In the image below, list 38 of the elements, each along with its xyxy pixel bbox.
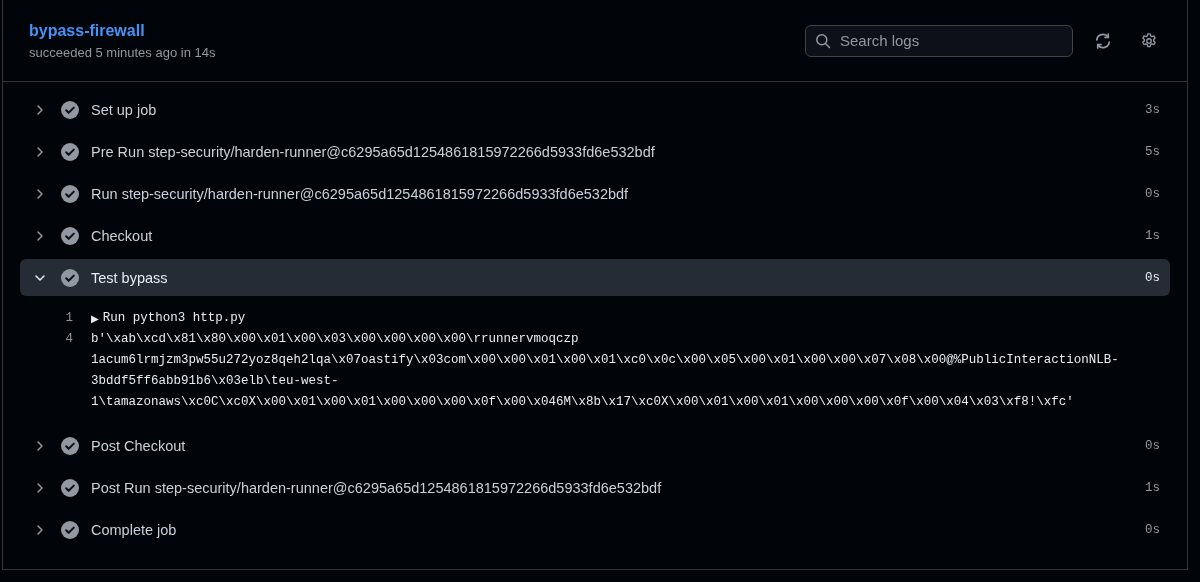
step-name: Post Checkout: [91, 437, 187, 454]
step-duration: 0s: [1145, 522, 1160, 537]
search-icon: [815, 32, 831, 49]
step-duration: 5s: [1145, 144, 1160, 159]
step-row[interactable]: Pre Run step-security/harden-runner@c6295a65d1254861815972266d5933fd6e532bdf 5s: [20, 133, 1170, 170]
step-row[interactable]: Post Checkout 0s: [20, 427, 1170, 464]
step-name: Run step-security/harden-runner@c6295a65d1254861815972266d5933fd6e532bdf: [91, 185, 630, 202]
line-number: 4: [64, 331, 73, 348]
search-field[interactable]: Search logs: [805, 24, 1073, 57]
step-row[interactable]: Post Run step-security/harden-runner@c6295a65d1254861815972266d5933fd6e532bdf 1s: [20, 469, 1170, 506]
step-duration: 1s: [1145, 228, 1160, 243]
step-row[interactable]: Complete job 0s: [20, 511, 1170, 548]
step-name: Complete job: [91, 521, 178, 538]
step-row[interactable]: Checkout 1s: [20, 217, 1170, 254]
step-name: Checkout: [91, 227, 154, 244]
log-text: 1acum6lrmjzm3pw55u272yoz8qeh2lqa\x07oastify\x03com\x00\x00\x01\x00\x01\xc0\x0c\x00\x05\x00\x01\x00\x00\x07\x08\x00@%PublicInteractionNLB-: [91, 352, 1119, 369]
step-name: Set up job: [91, 101, 158, 118]
step-row[interactable]: Set up job 3s: [20, 91, 1170, 128]
job-status: succeeded 5 minutes ago in 14s: [29, 44, 216, 60]
log-text: b'\xab\xcd\x81\x80\x00\x01\x00\x03\x00\x00\x00\x00\rrunnervmoqczp: [91, 331, 579, 348]
refresh-icon: [1094, 31, 1112, 50]
line-number: 1: [64, 310, 73, 327]
step-duration: 0s: [1145, 186, 1160, 201]
step-name: Test bypass: [91, 269, 169, 286]
step-duration: 1s: [1145, 480, 1160, 495]
step-name: Pre Run step-security/harden-runner@c6295a65d1254861815972266d5933fd6e532bdf: [91, 143, 656, 160]
step-duration: 3s: [1145, 102, 1160, 117]
step-duration: 0s: [1145, 270, 1160, 285]
log-text: 1\tamazonaws\xc0C\xc0X\x00\x01\x00\x01\x00\x00\x00\x0f\x00\x046M\x8b\x17\xc0X\x00\x01\x00\x01\x00\x00\x00\x0f\x00\x04\x03\xf8!\xfc': [91, 394, 1074, 411]
step-row[interactable]: Test bypass 0s: [20, 259, 1170, 296]
job-title[interactable]: bypass-firewall: [29, 21, 216, 40]
log-text: Run python3 http.py: [102, 310, 246, 327]
log-text: 3bddf5ff6abb91b6\x03elb\teu-west-: [91, 373, 339, 390]
step-duration: 0s: [1145, 438, 1160, 453]
expand-marker[interactable]: ▶: [91, 308, 99, 329]
step-name: Post Run step-security/harden-runner@c6295a65d1254861815972266d5933fd6e532bdf: [91, 479, 663, 496]
step-row[interactable]: Run step-security/harden-runner@c6295a65d1254861815972266d5933fd6e532bdf 0s: [20, 175, 1170, 212]
gear-icon: [1140, 31, 1158, 50]
